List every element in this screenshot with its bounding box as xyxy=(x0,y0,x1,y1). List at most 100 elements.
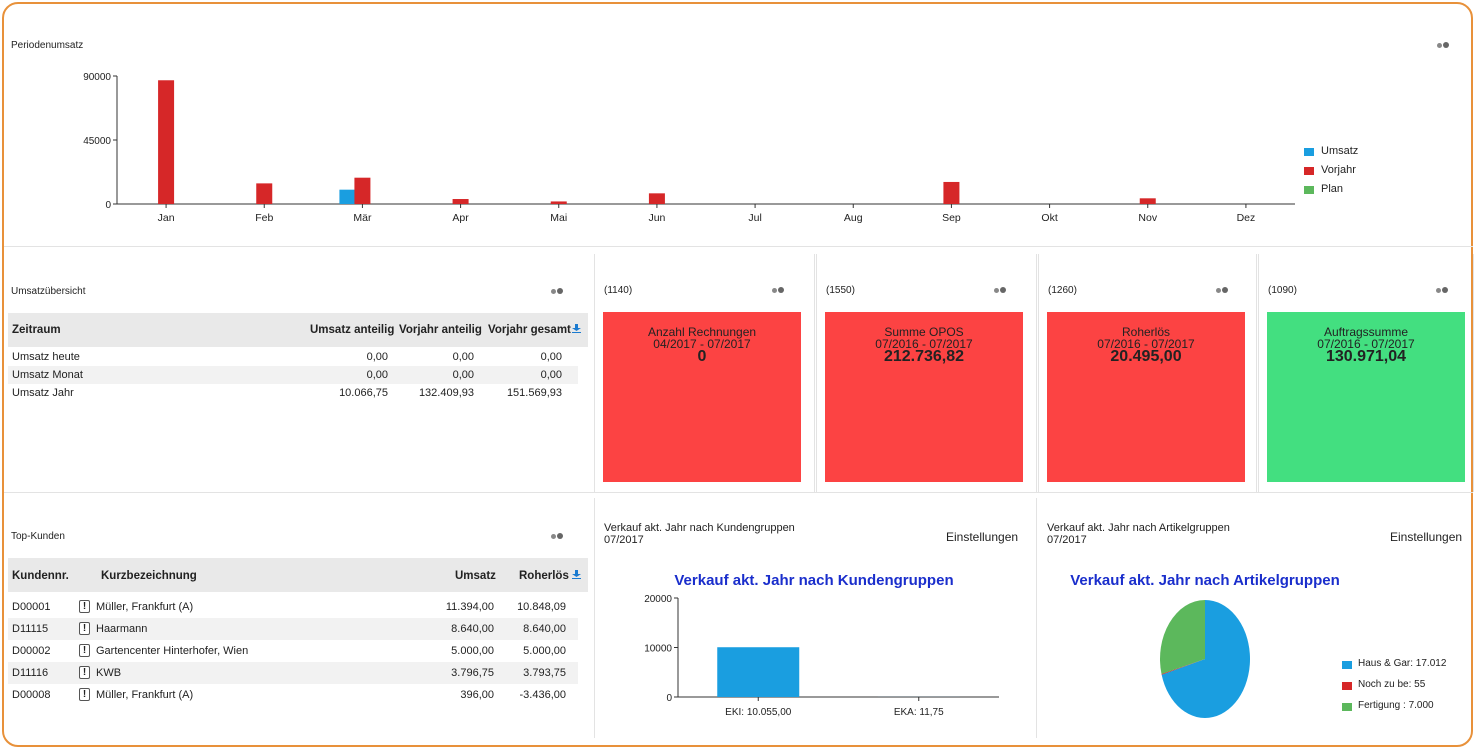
artikelgruppen-settings-link[interactable]: Einstellungen xyxy=(1390,530,1462,544)
divider xyxy=(4,492,1473,493)
cell-umsatz: 396,00 xyxy=(460,689,494,701)
kpi-code: (1260) xyxy=(1048,285,1077,296)
col-zeitraum[interactable]: Zeitraum xyxy=(12,324,61,336)
cell-roherloes: 5.000,00 xyxy=(523,645,566,657)
legend-label-umsatz: Umsatz xyxy=(1321,145,1359,157)
col-kundennr[interactable]: Kundennr. xyxy=(12,570,69,582)
kpi-title: Auftragssumme xyxy=(1323,325,1409,339)
topkunden-header: Kundennr. Kurzbezeichnung Umsatz Roherlö… xyxy=(8,558,588,592)
col-umsatz-anteilig[interactable]: Umsatz anteilig xyxy=(310,324,394,336)
legend-swatch-plan xyxy=(1304,186,1314,194)
table-row[interactable]: D00002! Gartencenter Hinterhofer, Wien 5.0… xyxy=(8,640,578,662)
info-icon[interactable]: ! xyxy=(79,622,90,635)
cell-va: 0,00 xyxy=(452,351,474,363)
artikelgruppen-header-period: 07/2017 xyxy=(1047,534,1087,546)
table-row[interactable]: D11116! KWB 3.796,75 3.793,75 xyxy=(8,662,578,684)
info-icon[interactable]: ! xyxy=(79,688,90,701)
options-icon[interactable] xyxy=(551,531,564,542)
periodenumsatz-chart: Jan Feb Mär Apr Mai Jun Jul Aug Sep Okt Nov Dez 900… xyxy=(83,72,1295,224)
x-tick-label: Feb xyxy=(255,212,273,224)
umsatzuebersicht-header: Zeitraum Umsatz anteilig Vorjahr anteili… xyxy=(8,313,588,347)
col-umsatz[interactable]: Umsatz xyxy=(455,570,496,582)
info-icon[interactable]: ! xyxy=(79,600,90,613)
bar-vorjahr xyxy=(648,193,665,204)
export-icon[interactable] xyxy=(572,570,581,579)
kpi-title: Roherlös xyxy=(1121,325,1171,339)
bar-vorjahr xyxy=(550,201,567,204)
kundengruppen-chart-title: Verkauf akt. Jahr nach Kundengruppen xyxy=(674,572,954,589)
x-tick-label: Dez xyxy=(1237,212,1256,224)
legend-swatch-vorjahr xyxy=(1304,167,1314,175)
options-icon[interactable] xyxy=(551,286,564,297)
bar-vorjahr xyxy=(452,199,469,204)
kundengruppen-header-period: 07/2017 xyxy=(604,534,644,546)
legend-label-vorjahr: Vorjahr xyxy=(1321,164,1356,176)
bar-vorjahr xyxy=(256,183,273,204)
x-tick-label: Jul xyxy=(748,212,761,224)
info-icon[interactable]: ! xyxy=(79,666,90,679)
cell-roherloes: -3.436,00 xyxy=(519,689,566,701)
artikelgruppen-header-title: Verkauf akt. Jahr nach Artikelgruppen xyxy=(1047,522,1230,534)
x-tick-label: Jan xyxy=(158,212,175,224)
kpi-code: (1140) xyxy=(604,285,633,296)
artikelgruppen-header: Verkauf akt. Jahr nach Artikelgruppen 07… xyxy=(1047,522,1230,546)
y-tick-label: 0 xyxy=(666,693,672,704)
info-icon[interactable]: ! xyxy=(79,644,90,657)
col-roherloes[interactable]: Roherlös xyxy=(519,570,569,582)
options-icon[interactable] xyxy=(994,285,1007,296)
cell-kundennr: D11116 xyxy=(12,667,49,679)
cell-ua: 10.066,75 xyxy=(339,387,388,399)
x-tick-label: Okt xyxy=(1041,212,1057,224)
kundengruppen-marks: 20000 10000 0 EKI: 10.055,00 EKA: 11,75 xyxy=(644,594,999,718)
x-tick-label: Sep xyxy=(942,212,961,224)
divider xyxy=(1038,254,1039,492)
cell-vg: 0,00 xyxy=(540,369,562,381)
kpi-tile[interactable]: Summe OPOS 07/2016 - 07/2017 212.736,82 xyxy=(825,312,1023,482)
topkunden-title: Top-Kunden xyxy=(11,531,65,542)
artikelgruppen-chart-title: Verkauf akt. Jahr nach Artikelgruppen xyxy=(1070,572,1340,589)
kpi-tile[interactable]: Auftragssumme 07/2016 - 07/2017 130.971,04 xyxy=(1267,312,1465,482)
y-tick-label: 20000 xyxy=(644,594,672,605)
cell-kurzbezeichnung: Müller, Frankfurt (A) xyxy=(96,601,194,613)
cell-kurzbezeichnung: Gartencenter Hinterhofer, Wien xyxy=(96,645,249,657)
y-tick-label: 10000 xyxy=(644,644,672,655)
cell-vg: 151.569,93 xyxy=(506,387,562,399)
legend-swatch-umsatz xyxy=(1304,148,1314,156)
kundengruppen-settings-link[interactable]: Einstellungen xyxy=(946,530,1018,544)
legend-label: Fertigung : 7.000 xyxy=(1358,700,1434,711)
kpi-tile[interactable]: Anzahl Rechnungen 04/2017 - 07/2017 0 xyxy=(603,312,801,482)
periodenumsatz-title: Periodenumsatz xyxy=(11,40,84,51)
cell-kundennr: D11115 xyxy=(12,623,49,635)
col-vorjahr-anteilig[interactable]: Vorjahr anteilig xyxy=(399,324,482,336)
export-icon[interactable] xyxy=(572,324,581,333)
col-kurzbezeichnung[interactable]: Kurzbezeichnung xyxy=(101,570,197,582)
table-row[interactable]: D00008! Müller, Frankfurt (A) 396,00 -3.436… xyxy=(8,684,578,706)
table-row[interactable]: D11115! Haarmann 8.640,00 8.640,00 xyxy=(8,618,578,640)
options-icon[interactable] xyxy=(1436,285,1449,296)
table-row: Umsatz Jahr 10.066,75 132.409,93 151.569,93 xyxy=(8,384,578,402)
kundengruppen-chart: 20000 10000 0 EKI: 10.055,00 EKA: 11,75 xyxy=(644,594,999,718)
legend-swatch xyxy=(1342,682,1352,690)
legend-label: Noch zu be: 55 xyxy=(1358,679,1426,690)
col-vorjahr-gesamt[interactable]: Vorjahr gesamt xyxy=(488,324,571,336)
kpi-title: Anzahl Rechnungen xyxy=(647,325,757,339)
legend-swatch xyxy=(1342,661,1352,669)
cell-roherloes: 10.848,09 xyxy=(517,601,566,613)
kundengruppen-header: Verkauf akt. Jahr nach Kundengruppen 07/… xyxy=(604,522,795,546)
x-tick-label: Apr xyxy=(452,212,469,224)
table-row[interactable]: D00001! Müller, Frankfurt (A) 11.394,00 10.… xyxy=(8,596,578,618)
x-tick-label: Aug xyxy=(844,212,863,224)
options-icon[interactable] xyxy=(1437,40,1450,51)
periodenumsatz-bars xyxy=(158,80,1156,204)
options-icon[interactable] xyxy=(772,285,785,296)
bar-umsatz xyxy=(339,189,356,204)
cell-vg: 0,00 xyxy=(540,351,562,363)
periodenumsatz-xlabels: Jan Feb Mär Apr Mai Jun Jul Aug Sep Okt Nov Dez xyxy=(158,212,1256,224)
artikelgruppen-pie xyxy=(1160,600,1250,718)
options-icon[interactable] xyxy=(1216,285,1229,296)
cell-umsatz: 8.640,00 xyxy=(451,623,494,635)
kpi-tile[interactable]: Roherlös 07/2016 - 07/2017 20.495,00 xyxy=(1047,312,1245,482)
bar xyxy=(717,647,800,697)
kpi-value: 212.736,82 xyxy=(883,348,965,365)
umsatzuebersicht-title: Umsatzübersicht xyxy=(11,286,86,297)
